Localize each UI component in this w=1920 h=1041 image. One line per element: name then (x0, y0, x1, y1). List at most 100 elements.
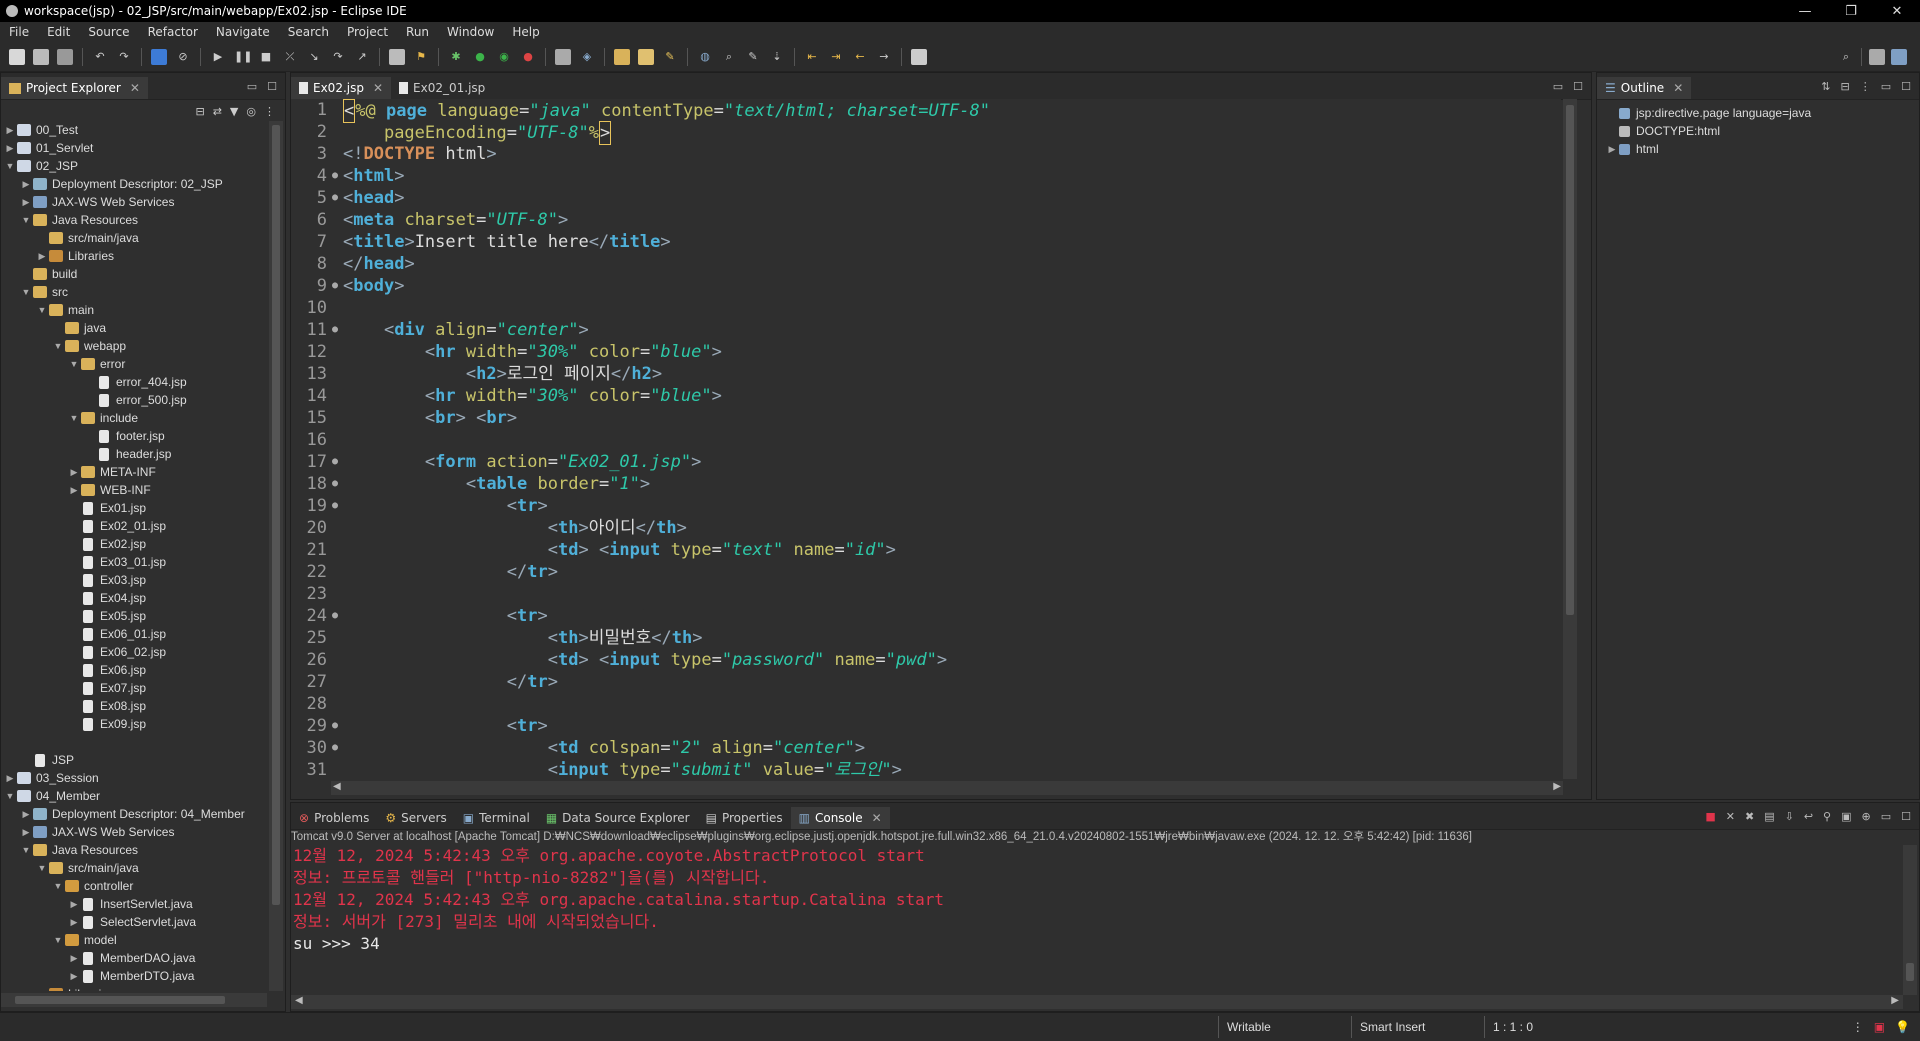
tree-item[interactable]: footer.jsp (1, 427, 267, 445)
tip-icon[interactable]: 💡 (1895, 1020, 1910, 1034)
remove-all-terminated-icon[interactable]: ✖ (1745, 810, 1754, 823)
explorer-scroll-thumb[interactable] (272, 125, 280, 905)
pin-editor-icon[interactable] (911, 48, 927, 65)
back-icon[interactable]: ← (852, 49, 868, 65)
menu-navigate[interactable]: Navigate (207, 25, 279, 39)
editor-horizontal-scrollbar[interactable]: ◀ ▶ (331, 781, 1563, 795)
tree-item[interactable]: ▶ 03_Session (1, 769, 267, 787)
pin-console-icon[interactable]: ⚲ (1823, 810, 1831, 823)
minimize-view-icon[interactable]: ▭ (1881, 810, 1891, 823)
chevron-right-icon[interactable]: ▶ (69, 485, 79, 496)
code-line[interactable]: 6 <meta charset="UTF-8"> (291, 209, 1561, 231)
tab-servers[interactable]: ⚙ Servers (377, 807, 454, 829)
code-line[interactable]: 25 <th>비밀번호</th> (291, 627, 1561, 649)
code-line[interactable]: 16 (291, 429, 1561, 451)
open-console-icon[interactable]: ⊕ (1862, 810, 1871, 823)
tree-item[interactable]: ▼ Java Resources (1, 211, 267, 229)
fold-marker-icon[interactable]: ● (329, 715, 341, 737)
resume-icon[interactable]: ▶ (210, 49, 226, 65)
word-wrap-icon[interactable]: ↩ (1804, 810, 1813, 823)
disconnect-icon[interactable]: ⤫ (282, 49, 298, 65)
chevron-right-icon[interactable]: ▶ (1607, 144, 1617, 155)
tree-item[interactable]: ▼ controller (1, 877, 267, 895)
chevron-down-icon[interactable]: ▼ (21, 215, 31, 225)
minimize-view-icon[interactable]: ▭ (1881, 80, 1891, 93)
menu-file[interactable]: File (0, 25, 38, 39)
tree-item[interactable]: Ex03.jsp (1, 571, 267, 589)
chevron-down-icon[interactable]: ▼ (53, 341, 63, 351)
outline-item[interactable]: ▶ html (1607, 140, 1919, 158)
display-selected-console-icon[interactable]: ▣ (1841, 810, 1851, 823)
tree-item[interactable]: ▼ src (1, 283, 267, 301)
java-ee-perspective-icon[interactable] (1891, 48, 1907, 65)
tab-terminal[interactable]: ▣ Terminal (455, 807, 538, 829)
sort-icon[interactable]: ⇅ (1821, 80, 1830, 93)
maximize-view-icon[interactable]: ☐ (267, 80, 277, 93)
clear-console-icon[interactable]: ▤ (1764, 810, 1774, 823)
tree-item[interactable]: build (1, 265, 267, 283)
code-line[interactable]: 13 <h2>로그인 페이지</h2> (291, 363, 1561, 385)
chevron-down-icon[interactable]: ▼ (5, 161, 15, 171)
chevron-right-icon[interactable]: ▶ (5, 773, 15, 784)
tree-item[interactable]: ▶ 01_Servlet (1, 139, 267, 157)
fold-marker-icon[interactable]: ● (329, 473, 341, 495)
fold-marker-icon[interactable]: ● (329, 495, 341, 517)
chevron-right-icon[interactable]: ▶ (21, 179, 31, 190)
terminate-icon[interactable]: ■ (258, 49, 274, 65)
skip-breakpoints-icon[interactable]: ⊘ (175, 49, 191, 65)
run-icon[interactable]: ● (472, 49, 488, 65)
explorer-vertical-scrollbar[interactable] (269, 121, 283, 991)
fold-marker-icon[interactable]: ● (329, 451, 341, 473)
code-line[interactable]: 1 <%@ page language="java" contentType="t… (291, 99, 1561, 123)
code-line[interactable]: 4 ● <html> (291, 165, 1561, 187)
chevron-down-icon[interactable]: ▼ (69, 359, 79, 369)
chevron-down-icon[interactable]: ▼ (21, 845, 31, 855)
tree-item[interactable]: Ex03_01.jsp (1, 553, 267, 571)
code-line[interactable]: 27 </tr> (291, 671, 1561, 693)
tab-outline[interactable]: ☰ Outline ✕ (1597, 77, 1692, 99)
minimize-view-icon[interactable]: ▭ (247, 80, 257, 93)
outline-item[interactable]: DOCTYPE:html (1607, 122, 1919, 140)
tree-item[interactable]: Ex02_01.jsp (1, 517, 267, 535)
scroll-right-icon[interactable]: ▶ (1891, 995, 1899, 1006)
open-project-icon[interactable] (638, 48, 654, 65)
chevron-right-icon[interactable]: ▶ (37, 989, 47, 992)
external-tools-icon[interactable]: ● (520, 49, 536, 65)
chevron-down-icon[interactable]: ▼ (21, 287, 31, 297)
code-line[interactable]: 21 <td> <input type="text" name="id"> (291, 539, 1561, 561)
menu-project[interactable]: Project (338, 25, 397, 39)
code-line[interactable]: 10 (291, 297, 1561, 319)
tab-data-source-explorer[interactable]: ▦ Data Source Explorer (538, 807, 698, 829)
link-with-editor-icon[interactable]: ⇄ (213, 105, 222, 118)
tree-item[interactable]: ▼ webapp (1, 337, 267, 355)
redo-icon[interactable]: ↷ (116, 49, 132, 65)
editor-vertical-scrollbar[interactable] (1563, 99, 1577, 779)
tree-item[interactable]: ▶ META-INF (1, 463, 267, 481)
minimize-view-icon[interactable]: ▭ (1553, 80, 1563, 93)
new-icon[interactable] (9, 48, 25, 65)
menu-help[interactable]: Help (503, 25, 548, 39)
chevron-down-icon[interactable]: ▼ (37, 305, 47, 315)
tree-item[interactable]: Ex05.jsp (1, 607, 267, 625)
close-tab-icon[interactable]: ✕ (872, 811, 882, 825)
code-line[interactable]: 31 <input type="submit" value="로그인"> (291, 759, 1561, 779)
tree-item[interactable]: ▼ main (1, 301, 267, 319)
code-line[interactable]: 26 <td> <input type="password" name="pwd… (291, 649, 1561, 671)
chevron-down-icon[interactable]: ▼ (53, 881, 63, 891)
chevron-right-icon[interactable]: ▶ (69, 899, 79, 910)
menu-refactor[interactable]: Refactor (139, 25, 207, 39)
fold-marker-icon[interactable]: ● (329, 737, 341, 759)
code-line[interactable]: 30 ● <td colspan="2" align="center"> (291, 737, 1561, 759)
minimize-button[interactable]: — (1782, 4, 1828, 19)
chevron-right-icon[interactable]: ▶ (69, 917, 79, 928)
restore-button[interactable]: ❐ (1828, 4, 1874, 19)
tab-ex02-jsp[interactable]: Ex02.jsp ✕ (291, 77, 392, 99)
step-over-icon[interactable]: ↷ (330, 49, 346, 65)
tree-item[interactable]: ▶ Libraries (1, 247, 267, 265)
collapse-all-icon[interactable]: ⊟ (1841, 80, 1850, 93)
menu-search[interactable]: Search (279, 25, 338, 39)
tree-item[interactable]: ▶ WEB-INF (1, 481, 267, 499)
code-line[interactable]: 24 ● <tr> (291, 605, 1561, 627)
next-annotation-icon[interactable]: ⇣ (769, 49, 785, 65)
status-menu-icon[interactable]: ⋮ (1852, 1020, 1864, 1034)
